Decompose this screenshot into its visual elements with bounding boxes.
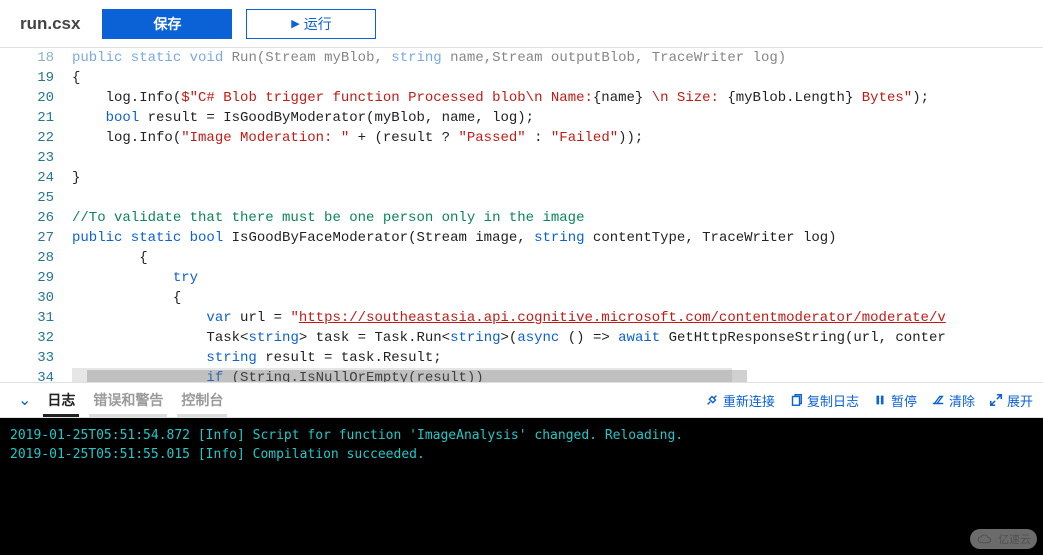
log-line: 2019-01-25T05:51:54.872 [Info] Script fo… <box>10 426 1033 445</box>
line-number: 22 <box>0 128 72 148</box>
expand-button[interactable]: 展开 <box>989 391 1033 410</box>
code-content: //To validate that there must be one per… <box>72 208 1043 228</box>
code-content: { <box>72 68 1043 88</box>
code-line[interactable]: 31 var url = "https://southeastasia.api.… <box>0 308 1043 328</box>
code-line[interactable]: 22 log.Info("Image Moderation: " + (resu… <box>0 128 1043 148</box>
code-content: public static bool IsGoodByFaceModerator… <box>72 228 1043 248</box>
code-content: } <box>72 168 1043 188</box>
code-line[interactable]: 27public static bool IsGoodByFaceModerat… <box>0 228 1043 248</box>
line-number: 29 <box>0 268 72 288</box>
line-number: 26 <box>0 208 72 228</box>
code-line[interactable]: 29 try <box>0 268 1043 288</box>
code-content: try <box>72 268 1043 288</box>
line-number: 18 <box>0 48 72 68</box>
top-bar: run.csx 保存 ▶ 运行 <box>0 0 1043 48</box>
panel-actions: 重新连接 复制日志 暂停 清除 展开 <box>705 391 1033 410</box>
code-line[interactable]: 28 { <box>0 248 1043 268</box>
code-line[interactable]: 18public static void Run(Stream myBlob, … <box>0 48 1043 68</box>
line-number: 31 <box>0 308 72 328</box>
code-content <box>72 148 1043 168</box>
line-number: 30 <box>0 288 72 308</box>
panel-tab[interactable]: 日志 <box>43 384 79 417</box>
code-content: { <box>72 288 1043 308</box>
plug-icon <box>705 393 719 407</box>
code-line[interactable]: 20 log.Info($"C# Blob trigger function P… <box>0 88 1043 108</box>
code-editor[interactable]: 18public static void Run(Stream myBlob, … <box>0 48 1043 382</box>
code-content: public static void Run(Stream myBlob, st… <box>72 48 1043 68</box>
code-content: log.Info($"C# Blob trigger function Proc… <box>72 88 1043 108</box>
line-number: 24 <box>0 168 72 188</box>
copy-icon <box>789 393 803 407</box>
code-line[interactable]: 19{ <box>0 68 1043 88</box>
line-number: 33 <box>0 348 72 368</box>
line-number: 32 <box>0 328 72 348</box>
clear-label: 清除 <box>949 391 975 410</box>
line-number: 19 <box>0 68 72 88</box>
line-number: 27 <box>0 228 72 248</box>
clear-button[interactable]: 清除 <box>931 391 975 410</box>
code-line[interactable]: 33 string result = task.Result; <box>0 348 1043 368</box>
run-button[interactable]: ▶ 运行 <box>246 9 376 39</box>
line-number: 34 <box>0 368 72 382</box>
line-number: 21 <box>0 108 72 128</box>
line-number: 25 <box>0 188 72 208</box>
pause-button[interactable]: 暂停 <box>873 391 917 410</box>
panel-tab[interactable]: 控制台 <box>177 384 227 417</box>
panel-tab[interactable]: 错误和警告 <box>89 384 167 417</box>
save-button[interactable]: 保存 <box>102 9 232 39</box>
line-number: 28 <box>0 248 72 268</box>
code-content: { <box>72 248 1043 268</box>
reconnect-label: 重新连接 <box>723 391 775 410</box>
code-line[interactable]: 26//To validate that there must be one p… <box>0 208 1043 228</box>
clear-icon <box>931 393 945 407</box>
reconnect-button[interactable]: 重新连接 <box>705 391 775 410</box>
code-content: Task<string> task = Task.Run<string>(asy… <box>72 328 1043 348</box>
panel-bar: ⌄ 日志错误和警告控制台 重新连接 复制日志 暂停 清除 展开 <box>0 382 1043 418</box>
watermark: 亿速云 <box>970 529 1037 549</box>
filename: run.csx <box>12 14 88 34</box>
code-line[interactable]: 23 <box>0 148 1043 168</box>
collapse-panel-icon[interactable]: ⌄ <box>10 390 39 410</box>
play-icon: ▶ <box>291 17 299 30</box>
log-line: 2019-01-25T05:51:55.015 [Info] Compilati… <box>10 445 1033 464</box>
watermark-text: 亿速云 <box>998 531 1031 547</box>
code-line[interactable]: 32 Task<string> task = Task.Run<string>(… <box>0 328 1043 348</box>
log-console[interactable]: 2019-01-25T05:51:54.872 [Info] Script fo… <box>0 418 1043 555</box>
code-line[interactable]: 24} <box>0 168 1043 188</box>
code-content <box>72 188 1043 208</box>
pause-label: 暂停 <box>891 391 917 410</box>
copy-logs-label: 复制日志 <box>807 391 859 410</box>
code-line[interactable]: 25 <box>0 188 1043 208</box>
panel-tabs: 日志错误和警告控制台 <box>43 384 227 417</box>
code-content: log.Info("Image Moderation: " + (result … <box>72 128 1043 148</box>
code-content: bool result = IsGoodByModerator(myBlob, … <box>72 108 1043 128</box>
pause-icon <box>873 393 887 407</box>
code-content: var url = "https://southeastasia.api.cog… <box>72 308 1043 328</box>
copy-logs-button[interactable]: 复制日志 <box>789 391 859 410</box>
code-line[interactable]: 30 { <box>0 288 1043 308</box>
expand-label: 展开 <box>1007 391 1033 410</box>
cloud-icon <box>976 533 994 545</box>
line-number: 23 <box>0 148 72 168</box>
expand-icon <box>989 393 1003 407</box>
code-content: string result = task.Result; <box>72 348 1043 368</box>
code-line[interactable]: 21 bool result = IsGoodByModerator(myBlo… <box>0 108 1043 128</box>
line-number: 20 <box>0 88 72 108</box>
run-button-label: 运行 <box>304 14 332 34</box>
horizontal-scrollbar[interactable] <box>87 370 747 382</box>
